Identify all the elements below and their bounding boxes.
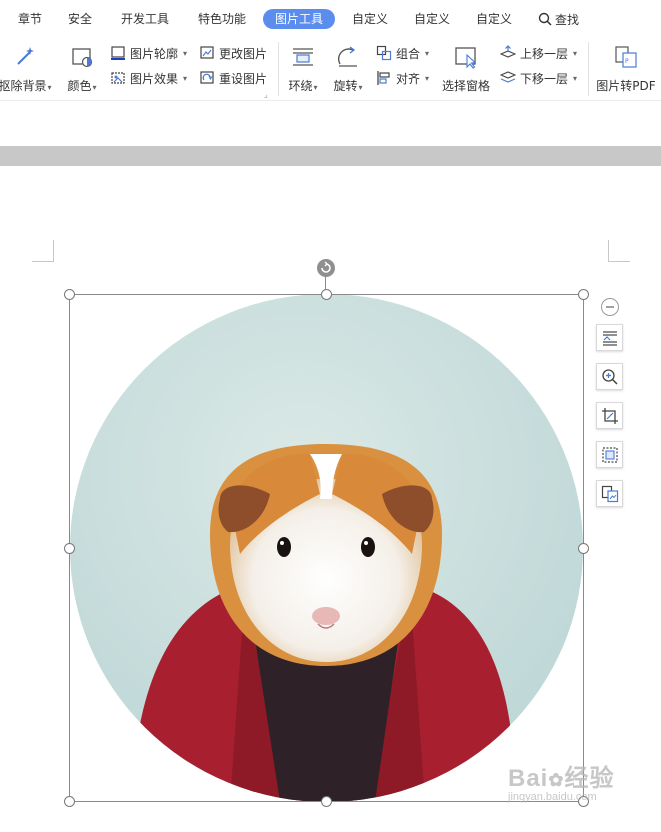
remove-background-label: 抠除背景: [0, 79, 47, 93]
wrap-layout-icon: [602, 330, 617, 346]
resize-handle-top-right[interactable]: [578, 289, 589, 300]
paw-icon: ✿: [548, 770, 565, 790]
tab-special-features[interactable]: 特色功能: [198, 9, 246, 29]
group-button[interactable]: 组合 ▾: [376, 44, 429, 62]
bring-forward-button[interactable]: 上移一层 ▾: [500, 44, 577, 62]
remove-background-button[interactable]: 抠除背景▾: [0, 44, 54, 94]
picture-to-pdf-icon: P: [615, 46, 637, 68]
send-backward-icon: [500, 71, 516, 83]
ribbon-bottom-area: [0, 100, 661, 146]
document-top-margin: [0, 146, 661, 166]
picture-effect-icon: [111, 72, 125, 84]
crop-icon: [601, 407, 618, 424]
picture-edit-button[interactable]: [596, 441, 623, 468]
page-margin-corner-top-right: [608, 240, 630, 262]
picture-convert-icon: [601, 485, 618, 502]
tab-security[interactable]: 安全: [68, 9, 92, 29]
zoom-in-icon: [601, 368, 618, 385]
rotate-icon: [337, 46, 357, 67]
picture-outline-label: 图片轮廓: [130, 46, 179, 61]
rotate-handle-icon[interactable]: [317, 259, 335, 277]
picture-effect-label: 图片效果: [130, 71, 179, 86]
reset-picture-button[interactable]: 重设图片: [199, 69, 267, 87]
group-icon: [376, 45, 392, 61]
watermark-text-1: Bai: [508, 765, 549, 792]
selection-pane-label: 选择窗格: [441, 79, 490, 93]
crop-picture-button[interactable]: [596, 402, 623, 429]
picture-to-pdf-label: 图片转PDF: [596, 79, 656, 93]
ribbon-tab-bar: 章节 安全 开发工具 特色功能 图片工具 自定义 自定义 自定义 查找: [0, 0, 661, 38]
layout-options-button[interactable]: [596, 324, 623, 351]
change-picture-icon: [200, 46, 214, 59]
search-label: 查找: [555, 12, 580, 27]
zoom-picture-button[interactable]: [596, 363, 623, 390]
selection-pane-button[interactable]: 选择窗格: [440, 44, 492, 94]
change-picture-button[interactable]: 更改图片: [199, 44, 267, 62]
watermark-url: jingyan.baidu.com: [508, 791, 597, 803]
search-button[interactable]: 查找: [538, 9, 579, 29]
color-label: 颜色: [67, 79, 92, 93]
ribbon-divider: [278, 42, 279, 96]
align-label: 对齐: [396, 71, 421, 86]
group-expand-icon[interactable]: ⌟: [264, 90, 268, 99]
ribbon-divider: [588, 42, 589, 96]
bring-forward-label: 上移一层: [520, 46, 569, 61]
tab-custom-1[interactable]: 自定义: [352, 9, 388, 29]
wrap-text-button[interactable]: 环绕▾: [284, 44, 322, 94]
resize-handle-top[interactable]: [321, 289, 332, 300]
resize-handle-bottom-left[interactable]: [64, 796, 75, 807]
picture-selection-frame: [69, 294, 584, 802]
tab-custom-2[interactable]: 自定义: [414, 9, 450, 29]
selection-pane-icon: [455, 47, 477, 69]
tab-developer-tools[interactable]: 开发工具: [121, 9, 169, 29]
align-left-icon: [377, 71, 390, 85]
resize-handle-right[interactable]: [578, 543, 589, 554]
reset-picture-label: 重设图片: [219, 71, 268, 86]
baidu-watermark: Bai✿经验 jingyan.baidu.com: [508, 758, 648, 818]
picture-color-icon: [72, 48, 93, 68]
tab-chapter[interactable]: 章节: [18, 9, 42, 29]
tab-picture-tools[interactable]: 图片工具: [263, 9, 336, 29]
search-icon: [538, 12, 552, 26]
resize-handle-top-left[interactable]: [64, 289, 75, 300]
picture-convert-button[interactable]: [596, 480, 623, 507]
wrap-text-label: 环绕: [288, 79, 313, 93]
page-margin-corner-top-left: [32, 240, 54, 262]
picture-to-pdf-button[interactable]: P 图片转PDF: [594, 44, 658, 94]
picture-outline-button[interactable]: 图片轮廓 ▾: [110, 44, 187, 62]
svg-text:P: P: [625, 58, 629, 65]
rotate-label: 旋转: [333, 79, 358, 93]
group-label: 组合: [396, 46, 421, 61]
wrap-text-icon: [293, 48, 313, 66]
change-picture-label: 更改图片: [219, 46, 268, 61]
tab-custom-3[interactable]: 自定义: [476, 9, 512, 29]
bring-forward-icon: [500, 45, 516, 58]
resize-handle-left[interactable]: [64, 543, 75, 554]
rotation-handle-stem: [325, 277, 326, 289]
watermark-text-2: 经验: [564, 765, 615, 792]
color-button[interactable]: 颜色▾: [64, 44, 100, 94]
minus-icon: [606, 306, 614, 308]
picture-effect-button[interactable]: 图片效果 ▾: [110, 69, 187, 87]
collapse-toolbar-button[interactable]: [601, 298, 619, 316]
send-backward-label: 下移一层: [520, 71, 569, 86]
reset-picture-icon: [200, 71, 214, 84]
resize-handle-bottom[interactable]: [321, 796, 332, 807]
send-backward-button[interactable]: 下移一层 ▾: [500, 69, 577, 87]
magic-wand-icon: [17, 47, 34, 65]
picture-frame-icon: [601, 446, 618, 463]
align-button[interactable]: 对齐 ▾: [376, 69, 429, 87]
picture-outline-icon: [111, 46, 125, 60]
rotate-button[interactable]: 旋转▾: [329, 44, 367, 94]
